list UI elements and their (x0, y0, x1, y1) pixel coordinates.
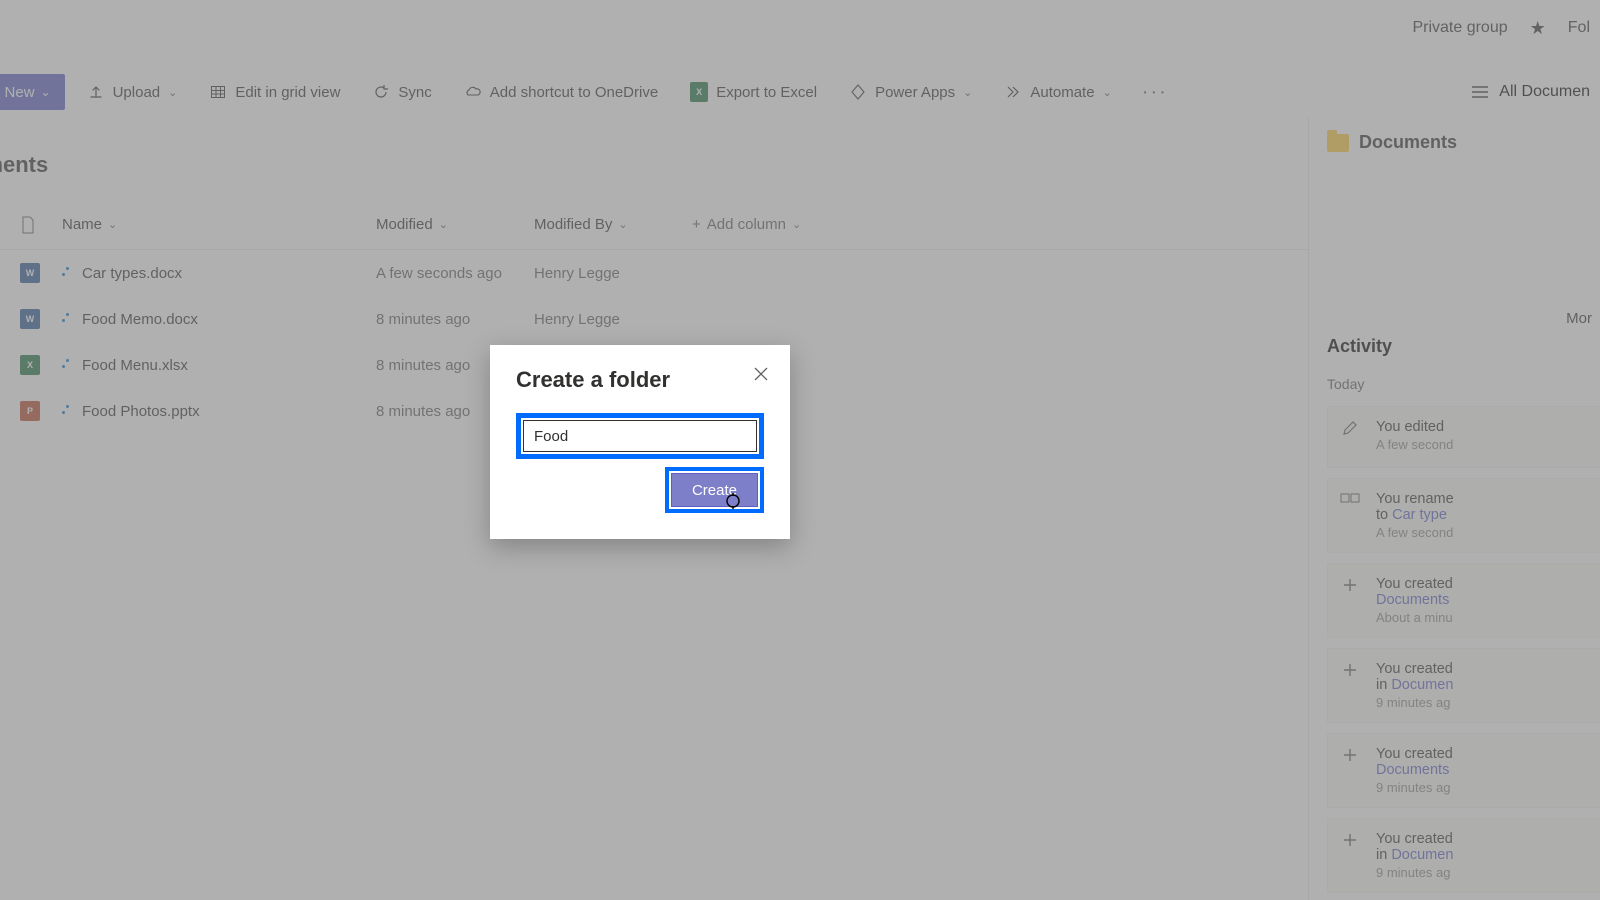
close-button[interactable] (750, 363, 772, 385)
mouse-cursor (725, 491, 741, 511)
create-folder-dialog: Create a folder Create (490, 345, 790, 539)
close-icon (754, 367, 768, 381)
folder-name-input[interactable] (523, 420, 757, 452)
create-button[interactable]: Create (671, 473, 758, 507)
dialog-title: Create a folder (516, 367, 764, 393)
modal-overlay[interactable] (0, 0, 1600, 900)
folder-name-highlight (516, 413, 764, 459)
create-button-highlight: Create (665, 467, 764, 513)
